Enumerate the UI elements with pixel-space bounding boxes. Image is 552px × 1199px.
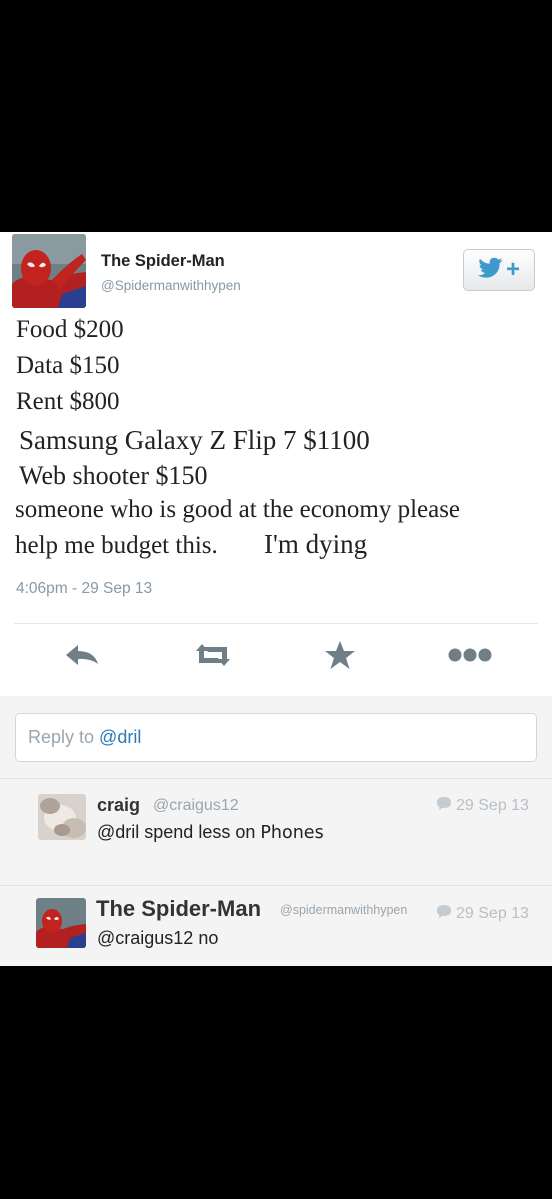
follow-button[interactable]: + [463,249,535,291]
author-avatar[interactable] [12,234,86,308]
reply-mention: @dril [99,727,142,747]
tweet-line: Samsung Galaxy Z Flip 7 $1100 [19,425,370,455]
reply-text-extra: Phones [260,823,324,843]
reply-date-text: 29 Sep 13 [456,905,529,922]
twitter-bird-icon [477,257,504,284]
reply-text: @craigus12 no [97,928,219,948]
more-icon[interactable] [447,640,493,670]
reply-input[interactable]: Reply to @dril [15,713,537,762]
reply-avatar[interactable] [38,794,86,840]
tweet-line: Food $200 [16,316,124,343]
reply-text-main: @dril spend less on [97,822,261,842]
reply-placeholder: Reply to [28,727,100,747]
tweet-timestamp[interactable]: 4:06pm - 29 Sep 13 [16,580,152,598]
tweet-line: someone who is good at the economy pleas… [15,496,461,523]
reply-author-name[interactable]: craig [97,795,140,816]
author-handle[interactable]: @Spidermanwithhypen [101,278,241,293]
tweet-line: Data $150 [16,352,120,379]
reply-item[interactable]: The Spider-Man @spidermanwithhypen 29 Se… [0,886,552,966]
favorite-icon[interactable] [322,640,358,670]
tweet-line: Web shooter $150 [19,461,208,490]
tweet-line: I'm dying [264,529,368,559]
reply-author-handle[interactable]: @spidermanwithhypen [280,903,407,917]
comment-icon [436,904,452,924]
reply-date[interactable]: 29 Sep 13 [436,796,529,816]
reply-avatar[interactable] [36,898,86,948]
author-name[interactable]: The Spider-Man [101,252,225,271]
tweet-card: The Spider-Man @Spidermanwithhypen + Foo… [0,232,552,966]
comment-icon [436,796,452,816]
reply-date[interactable]: 29 Sep 13 [436,904,529,924]
divider [14,623,538,624]
reply-icon[interactable] [64,640,100,670]
tweet-line: Rent $800 [16,388,120,415]
reply-author-handle[interactable]: @craigus12 [153,797,239,815]
tweet-line: help me budget this. [15,532,218,559]
reply-item[interactable]: craig @craigus12 29 Sep 13 @dril spend l… [0,779,552,885]
retweet-icon[interactable] [192,640,234,670]
reply-text: @dril spend less on Phones [97,822,324,843]
reply-zone: Reply to @dril [0,696,552,778]
reply-author-name[interactable]: The Spider-Man [96,896,261,922]
reply-date-text: 29 Sep 13 [456,797,529,814]
follow-plus-icon: + [505,256,520,283]
